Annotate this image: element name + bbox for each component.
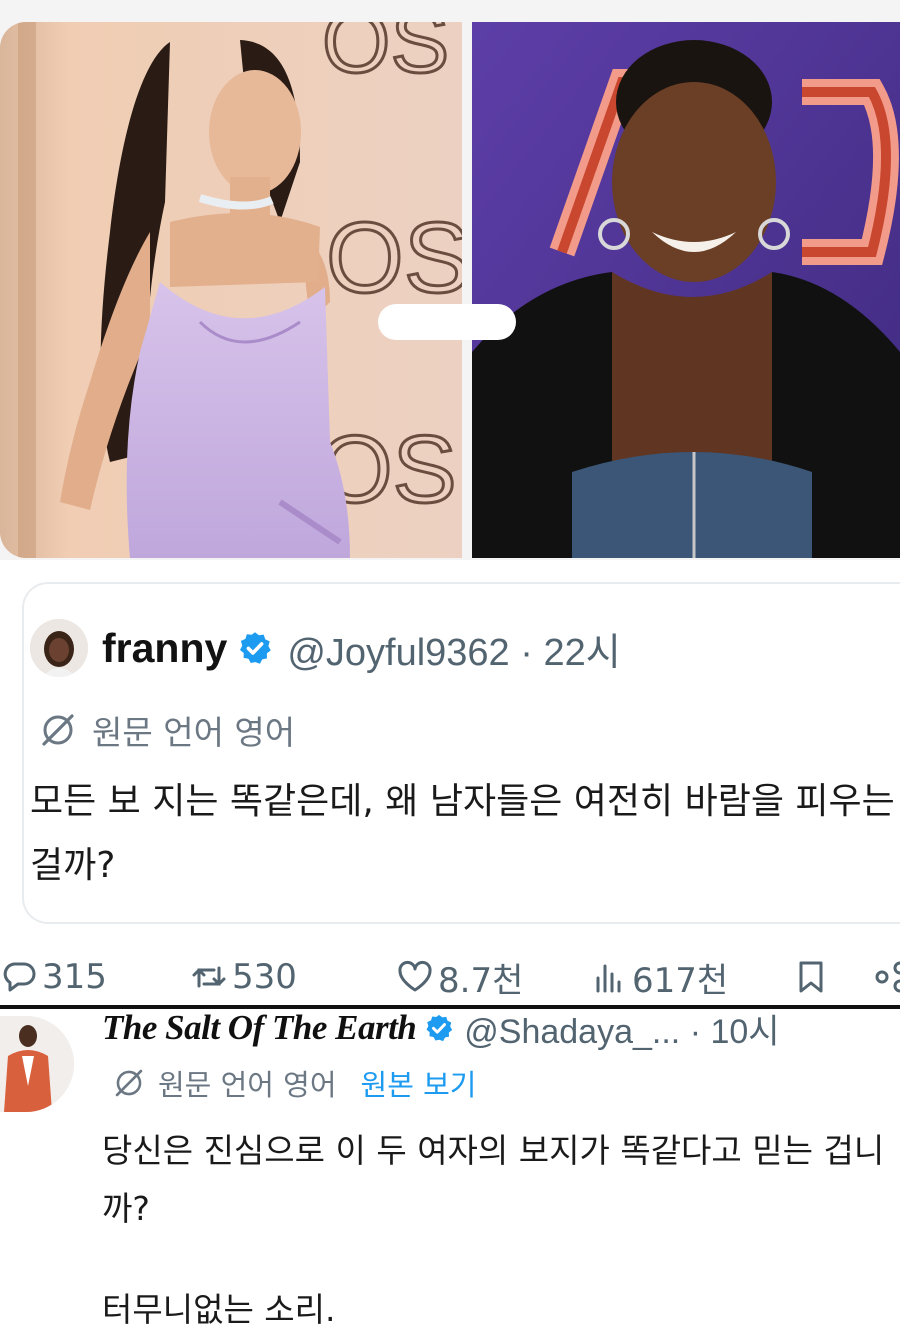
quoted-post-text: 모든 보 지는 똑같은데, 왜 남자들은 여전히 바람을 피우는 걸까? — [30, 781, 895, 886]
translate-label: 원문 언어 영어 — [92, 713, 296, 752]
share-icon — [875, 961, 900, 993]
translated-from-english[interactable]: 원문 언어 영어 — [38, 706, 295, 754]
photo-right-woman-denim-top[interactable] — [472, 22, 900, 558]
repost-button[interactable]: 530 — [190, 950, 297, 1004]
reply-count: 315 — [42, 957, 107, 997]
svg-text:OS: OS — [322, 22, 449, 91]
redaction-scribble — [378, 304, 516, 340]
svg-text:OS: OS — [326, 202, 462, 314]
photo-right-image — [472, 22, 900, 558]
reply-display-name[interactable]: The Salt Of The Earth — [102, 1008, 417, 1048]
quoted-post-card[interactable]: franny @Joyful9362 · 22시 원문 언어 영어 모든 보 지… — [22, 582, 900, 924]
verified-badge-icon — [426, 1014, 453, 1042]
avatar[interactable] — [30, 619, 88, 677]
attached-photos[interactable]: OS OS OS — [0, 0, 900, 560]
handle-and-time[interactable]: @Joyful9362 · 22시 — [287, 621, 620, 676]
view-count: 617천 — [632, 960, 729, 1001]
like-button[interactable]: 8.7천 — [396, 950, 523, 1004]
reply-post-text: 당신은 진심으로 이 두 여자의 보지가 똑같다고 믿는 겁니까? — [102, 1131, 885, 1228]
reply-handle-and-time[interactable]: @Shadaya_... · 10시 — [464, 1004, 779, 1053]
view-original-link[interactable]: 원본 보기 — [361, 1062, 477, 1104]
reply-avatar[interactable] — [0, 1016, 74, 1112]
reply-post-text-2: 터무니없는 소리. — [102, 1290, 336, 1329]
verified-badge-icon — [240, 632, 272, 664]
reply-button[interactable]: 315 — [0, 950, 107, 1004]
photo-left-image: OS OS OS — [0, 22, 462, 558]
reply-translate-label: 원문 언어 영어 — [158, 1068, 337, 1102]
quoted-post-header: franny @Joyful9362 · 22시 — [30, 616, 900, 680]
display-name[interactable]: franny — [102, 625, 227, 672]
reply-post-header: The Salt Of The Earth @Shadaya_... · 10시 — [102, 1003, 900, 1053]
views-button[interactable]: 617천 — [590, 950, 728, 1004]
photo-left-woman-lilac-dress[interactable]: OS OS OS — [0, 22, 462, 558]
repost-count: 530 — [232, 957, 297, 997]
translate-globe-icon — [115, 1069, 143, 1097]
bookmark-button[interactable] — [792, 950, 830, 1004]
share-button[interactable] — [872, 950, 900, 1004]
heart-icon — [398, 960, 432, 992]
like-count: 8.7천 — [438, 960, 524, 1001]
bar-chart-icon — [596, 964, 621, 993]
translate-globe-icon — [42, 714, 74, 746]
repost-arrows-icon — [192, 966, 226, 988]
reply-bubble-icon — [3, 962, 36, 992]
action-bar: 315 530 8.7천 617천 — [0, 950, 900, 1004]
avatar-image — [30, 619, 88, 677]
reply-translated-from-english: 원문 언어 영어 원본 보기 — [112, 1062, 476, 1104]
reply-avatar-image — [0, 1016, 74, 1112]
bookmark-icon — [799, 961, 823, 993]
